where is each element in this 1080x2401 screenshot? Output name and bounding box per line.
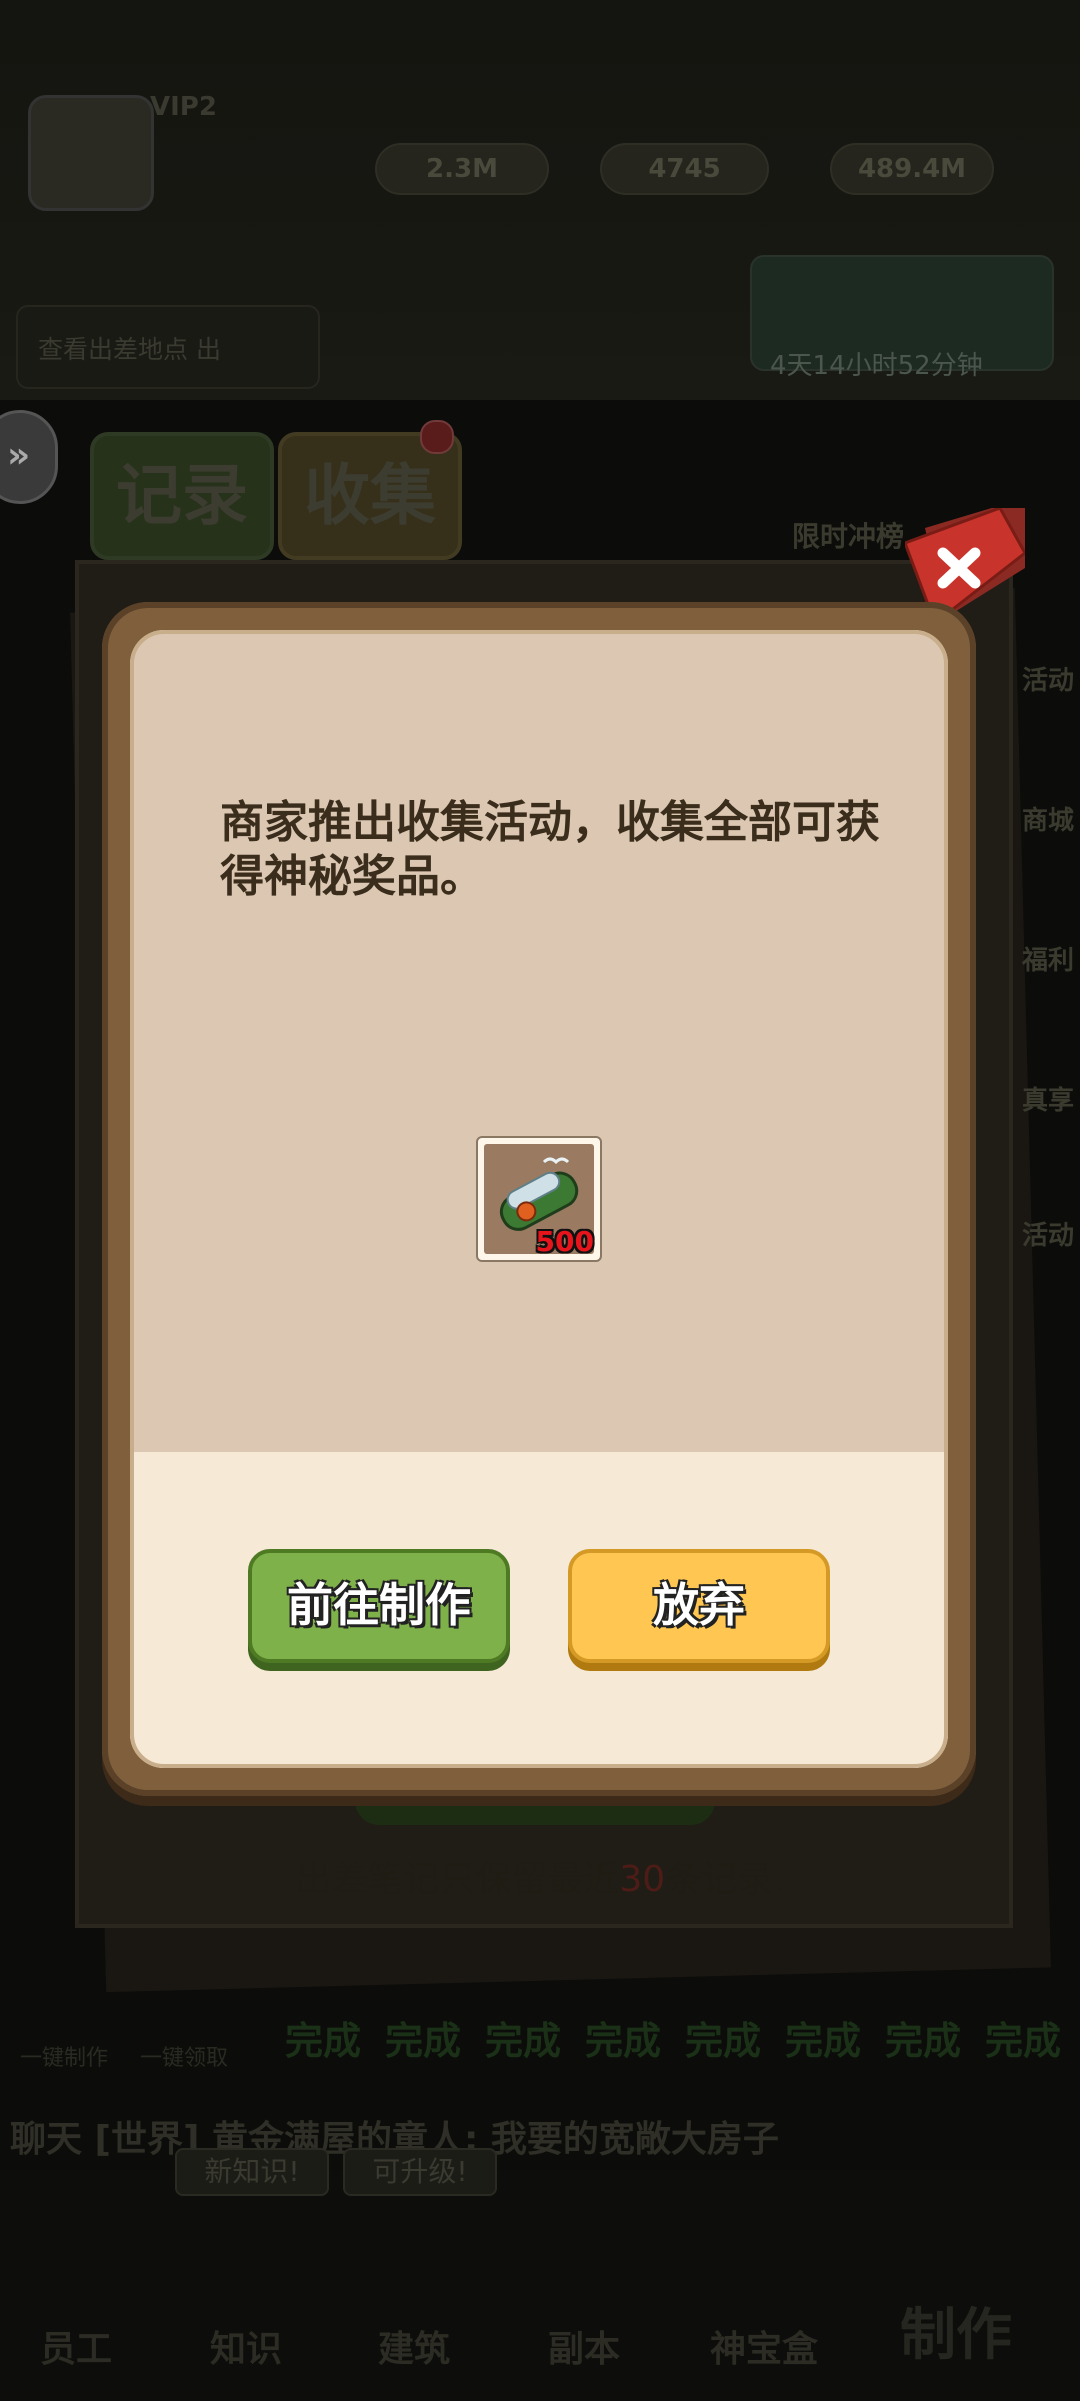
done-label: 完成 [885,2019,962,2063]
side-activity2-label[interactable]: 活动 [1022,1215,1074,1252]
resource-gems[interactable]: 4745 [600,143,769,195]
side-welfare-label[interactable]: 福利 [1022,940,1074,977]
double-chevron-icon: » [7,435,31,476]
player-avatar[interactable] [28,95,154,211]
nav-building[interactable]: 建筑 [378,2320,450,2372]
make-button[interactable]: 制作 [900,2290,1012,2371]
side-activity-label[interactable]: 活动 [1022,660,1074,697]
vip-badge: VIP2 [150,92,217,122]
done-label: 完成 [985,2019,1062,2063]
go-make-button[interactable]: 前往制作 [248,1549,510,1663]
completed-row: 完成 完成 完成 完成 完成 完成 完成 完成 [270,2010,1080,2095]
limited-rank-label: 限时冲榜 [792,520,905,553]
side-expand-button[interactable]: » [0,410,58,504]
tab-record[interactable]: 记录 [90,432,274,560]
event-timer: 4天14小时52分钟 [770,351,983,381]
one-click-claim[interactable]: 一键领取 [140,2040,228,2072]
give-up-button[interactable]: 放弃 [568,1549,830,1663]
footer-count: 30 [619,1859,666,1900]
done-label: 完成 [385,2019,462,2063]
done-label: 完成 [485,2019,562,2063]
trip-location-label: 查看出差地点 出 [38,335,221,364]
nav-knowledge[interactable]: 知识 [210,2320,282,2372]
dialog-message: 商家推出收集活动，收集全部可获得神秘奖品。 [220,797,880,902]
nav-staff[interactable]: 员工 [40,2320,112,2372]
new-knowledge-tag: 新知识! [175,2148,329,2196]
reward-item[interactable]: 500 [476,1136,602,1262]
side-enjoy-label[interactable]: 真享 [1022,1080,1074,1117]
done-label: 完成 [585,2019,662,2063]
notebook-footer-note: 出差笔记只保留最近30条记录. [0,1850,1080,1902]
nav-dungeon[interactable]: 副本 [548,2320,620,2372]
notification-dot [420,420,454,454]
one-click-make[interactable]: 一键制作 [20,2040,108,2072]
upgradable-tag: 可升级! [343,2148,497,2196]
nav-treasure-box[interactable]: 神宝盒 [710,2320,818,2372]
done-label: 完成 [285,2019,362,2063]
resource-coins[interactable]: 2.3M [375,143,549,195]
side-shop-label[interactable]: 商城 [1022,800,1074,837]
footer-suffix: 条记录. [665,1859,785,1900]
reward-count: 500 [535,1225,594,1258]
done-label: 完成 [685,2019,762,2063]
footer-prefix: 出差笔记只保留最近 [295,1859,620,1900]
done-label: 完成 [785,2019,862,2063]
dialog-content-area [130,630,948,1452]
resource-cash[interactable]: 489.4M [830,143,994,195]
